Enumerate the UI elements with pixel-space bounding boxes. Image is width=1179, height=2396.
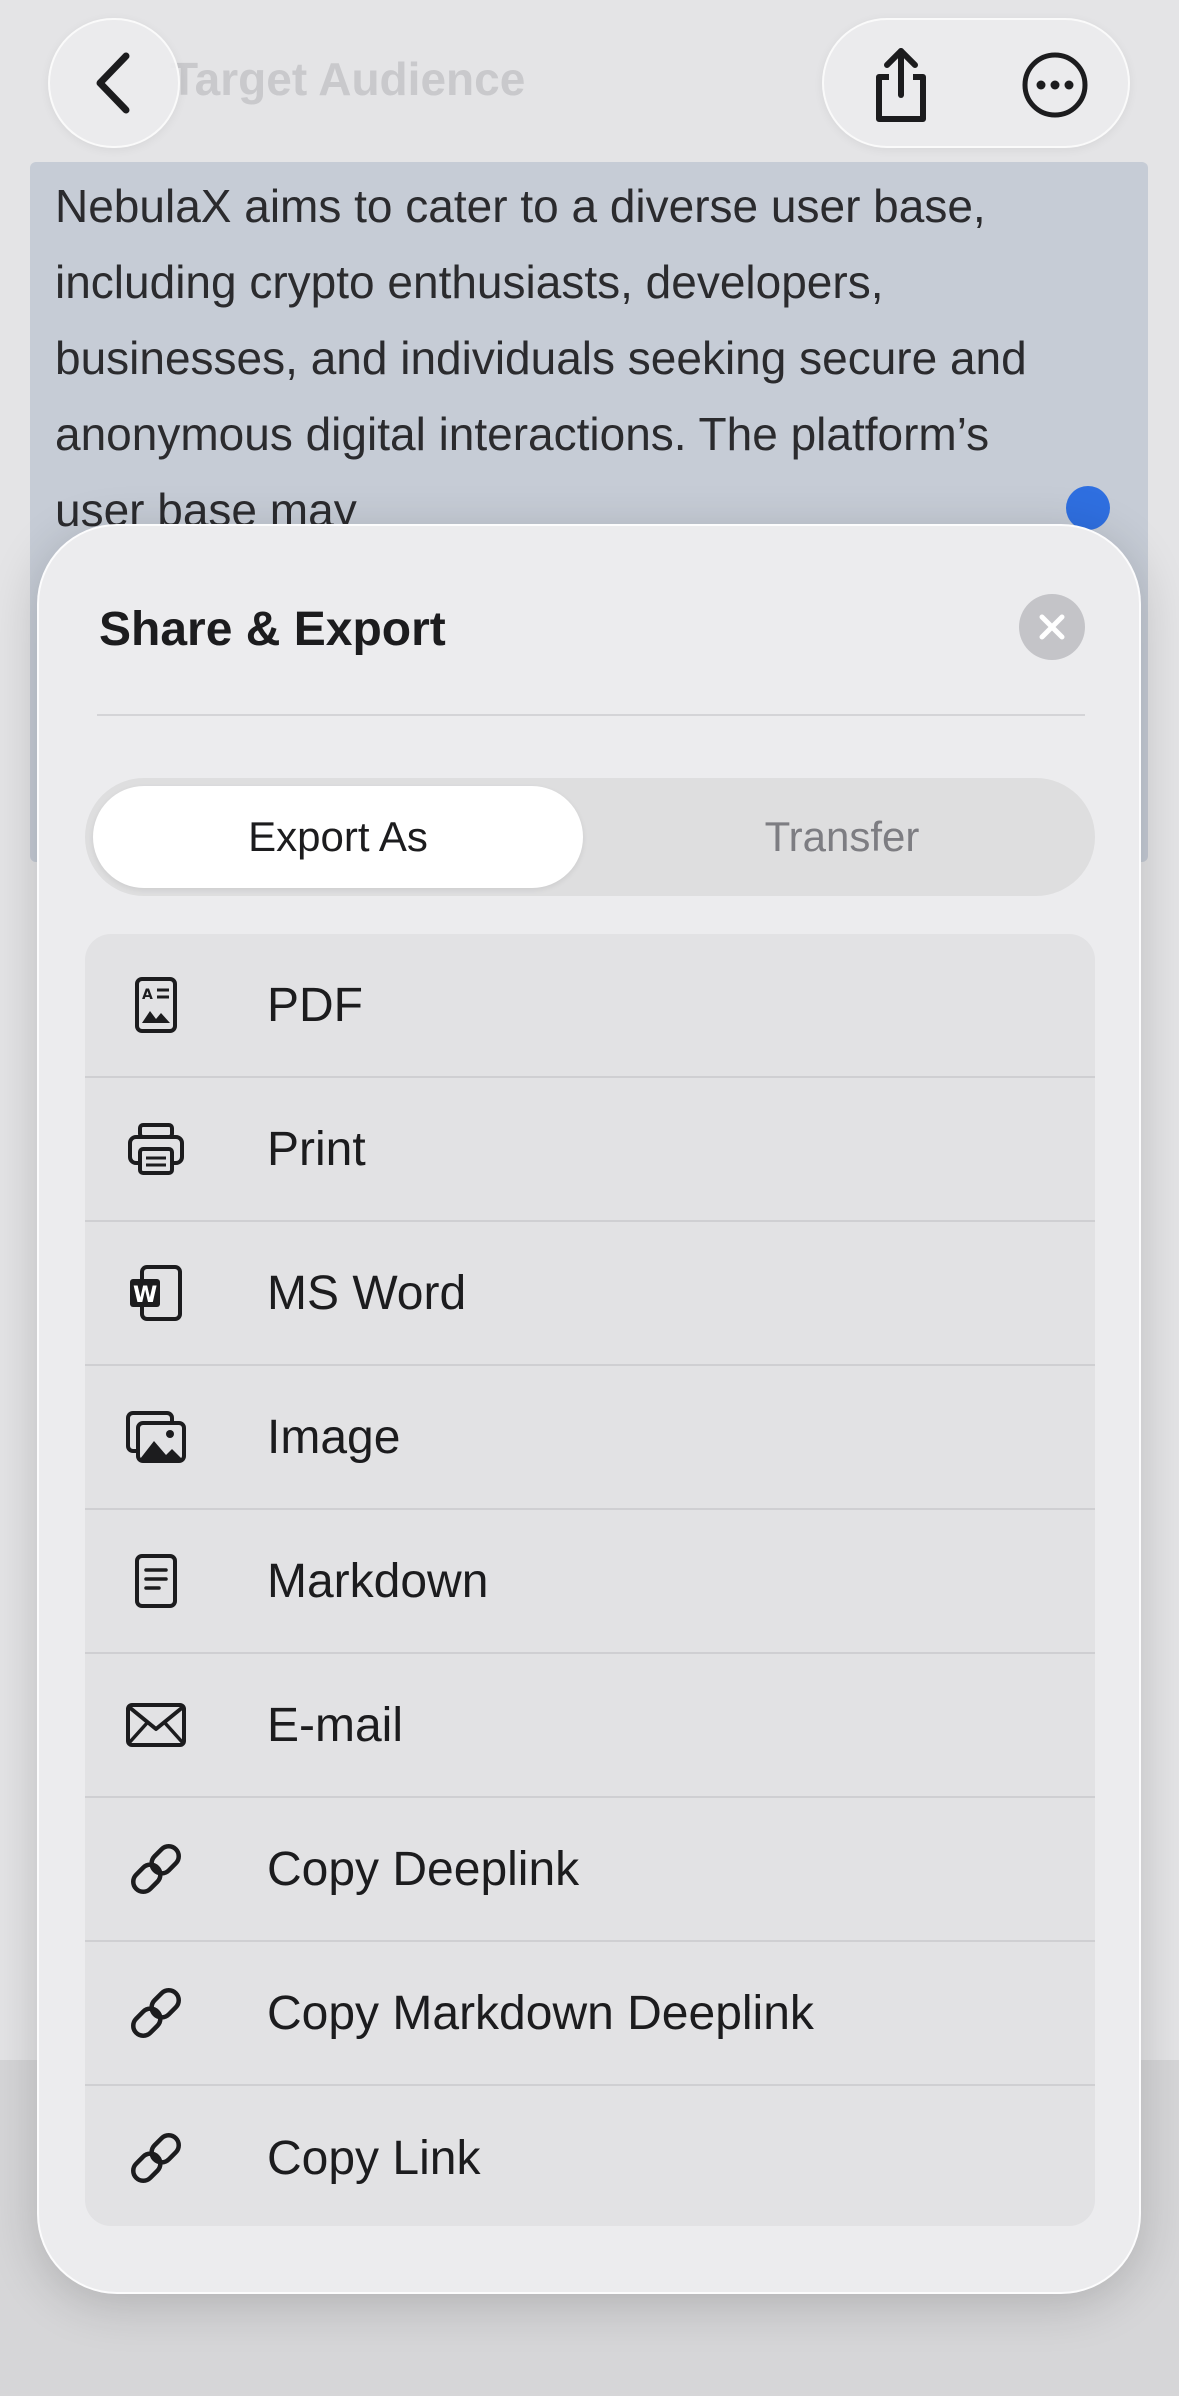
svg-text:W: W bbox=[133, 1283, 157, 1308]
top-bar: Target Audience bbox=[0, 0, 1179, 160]
svg-text:A: A bbox=[142, 987, 153, 1003]
selection-handle[interactable] bbox=[1066, 486, 1110, 530]
menu-item-markdown[interactable]: Markdown bbox=[85, 1510, 1095, 1654]
image-icon bbox=[123, 1404, 189, 1470]
printer-icon bbox=[123, 1116, 189, 1182]
menu-item-label: Print bbox=[267, 1122, 366, 1176]
share-export-sheet: Share & Export Export As Transfer A PDF bbox=[37, 524, 1141, 2294]
tab-transfer[interactable]: Transfer bbox=[597, 786, 1087, 888]
divider bbox=[97, 714, 1085, 716]
link-icon bbox=[123, 1836, 189, 1902]
menu-item-label: Markdown bbox=[267, 1554, 489, 1608]
page-title: Target Audience bbox=[170, 53, 526, 105]
menu-item-label: Image bbox=[267, 1410, 401, 1464]
menu-item-label: Copy Deeplink bbox=[267, 1842, 580, 1896]
document-icon bbox=[123, 1548, 189, 1614]
tab-export-as[interactable]: Export As bbox=[93, 786, 583, 888]
menu-item-email[interactable]: E-mail bbox=[85, 1654, 1095, 1798]
close-button[interactable] bbox=[1019, 594, 1085, 660]
back-button[interactable] bbox=[48, 18, 180, 148]
menu-item-label: Copy Markdown Deeplink bbox=[267, 1986, 814, 2040]
segmented-control: Export As Transfer bbox=[85, 778, 1095, 896]
menu-item-image[interactable]: Image bbox=[85, 1366, 1095, 1510]
menu-item-pdf[interactable]: A PDF bbox=[85, 934, 1095, 1078]
paragraph-text: NebulaX aims to cater to a diverse user … bbox=[55, 180, 1027, 536]
link-icon bbox=[123, 1980, 189, 2046]
menu-item-copy-link[interactable]: Copy Link bbox=[85, 2086, 1095, 2226]
link-icon bbox=[123, 2125, 189, 2191]
chevron-left-icon bbox=[90, 48, 138, 118]
ellipsis-circle-icon bbox=[1020, 50, 1090, 120]
share-button[interactable] bbox=[824, 20, 978, 150]
menu-item-copy-markdown-deeplink[interactable]: Copy Markdown Deeplink bbox=[85, 1942, 1095, 2086]
word-icon: W bbox=[123, 1260, 189, 1326]
envelope-icon bbox=[123, 1692, 189, 1758]
menu-item-label: E-mail bbox=[267, 1698, 404, 1752]
menu-item-ms-word[interactable]: W MS Word bbox=[85, 1222, 1095, 1366]
menu-item-print[interactable]: Print bbox=[85, 1078, 1095, 1222]
menu-item-label: MS Word bbox=[267, 1266, 467, 1320]
more-button[interactable] bbox=[978, 20, 1132, 150]
share-icon bbox=[869, 45, 933, 125]
menu-item-copy-deeplink[interactable]: Copy Deeplink bbox=[85, 1798, 1095, 1942]
toolbar-actions bbox=[822, 18, 1130, 148]
menu-item-label: PDF bbox=[267, 978, 363, 1032]
pdf-icon: A bbox=[123, 972, 189, 1038]
menu-item-label: Copy Link bbox=[267, 2131, 481, 2185]
sheet-title: Share & Export bbox=[99, 603, 446, 656]
close-icon bbox=[1037, 612, 1067, 642]
export-options-list: A PDF Print W MS Word Image Markdown E-m… bbox=[85, 934, 1095, 2226]
